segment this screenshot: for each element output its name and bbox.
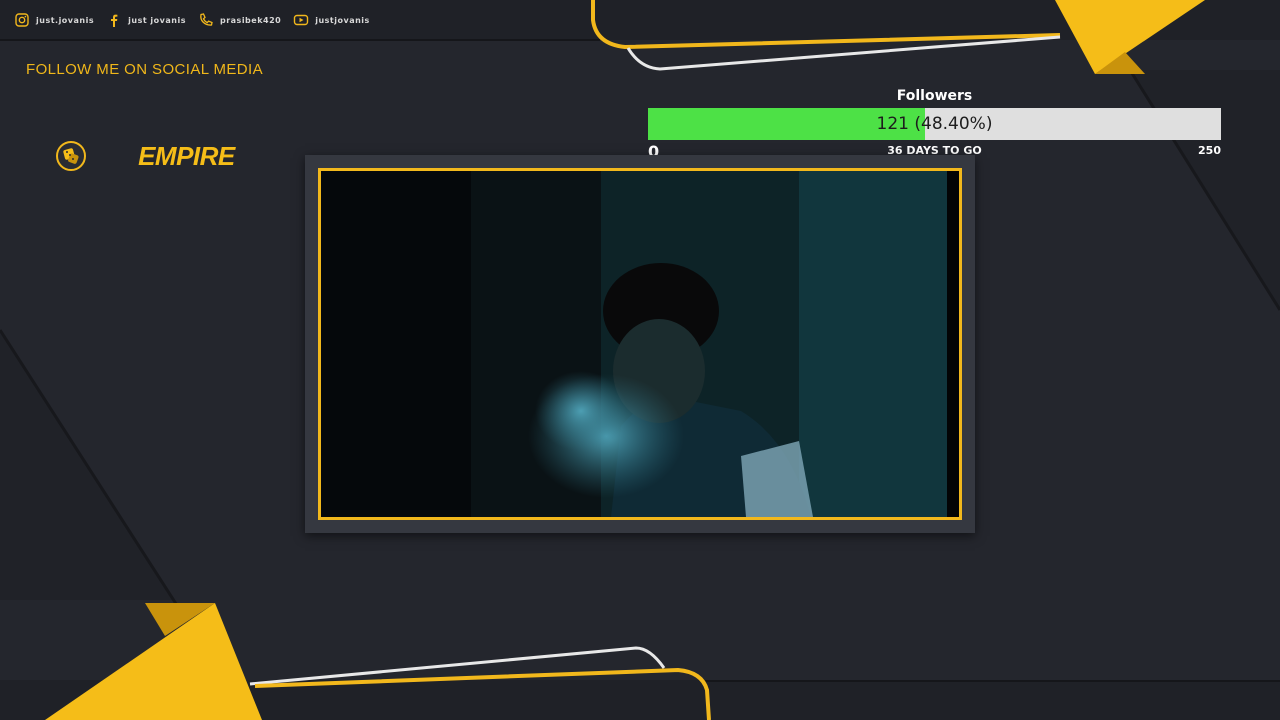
social-item-youtube[interactable]: justjovanis [293, 12, 370, 28]
webcam-feed [318, 168, 962, 520]
followers-max-label: 250 [1198, 144, 1221, 157]
youtube-icon [293, 12, 309, 28]
social-item-instagram[interactable]: just.jovanis [14, 12, 94, 28]
social-label-facebook: just jovanis [128, 15, 186, 25]
brand-logo-block: EMPIRE [55, 140, 235, 172]
phone-icon [198, 12, 214, 28]
instagram-icon [14, 12, 30, 28]
brand-prefix-dark [91, 141, 138, 172]
dice-icon [55, 140, 87, 172]
followers-progress-text: 121 (48.40%) [876, 114, 993, 134]
follow-heading: FOLLOW ME ON SOCIAL MEDIA [26, 61, 263, 78]
social-item-phone[interactable]: prasibek420 [198, 12, 281, 28]
followers-progress-bar: 121 (48.40%) [648, 108, 1221, 140]
social-item-facebook[interactable]: just jovanis [106, 12, 186, 28]
social-label-instagram: just.jovanis [36, 15, 95, 25]
facebook-icon [106, 12, 122, 28]
followers-title: Followers [896, 88, 973, 104]
webcam-panel [305, 155, 975, 533]
followers-goal-widget: Followers 121 (48.40%) 0 36 DAYS TO GO 2… [648, 86, 1221, 161]
social-bar: just.jovanis just jovanis prasibek420 ju… [0, 0, 600, 40]
social-label-phone: prasibek420 [219, 15, 282, 25]
social-label-youtube: justjovanis [315, 15, 370, 25]
brand-name: EMPIRE [138, 140, 235, 171]
